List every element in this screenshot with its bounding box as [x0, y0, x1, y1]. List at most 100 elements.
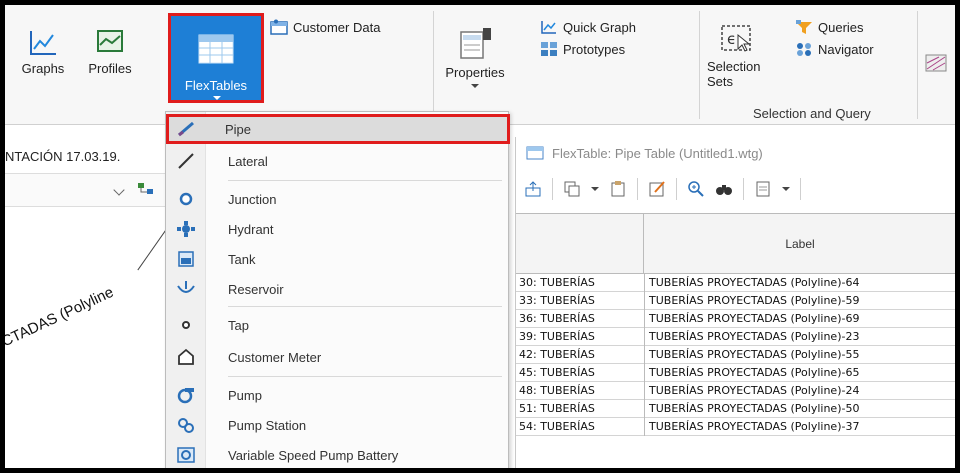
row-id: 45: TUBERÍAS [519, 366, 595, 379]
menu-item-label: Reservoir [228, 281, 284, 297]
navigator-button[interactable]: Navigator [795, 41, 874, 57]
table-row[interactable]: 45: TUBERÍAS TUBERÍAS PROYECTADAS (Polyli… [516, 364, 955, 382]
toolbar-separator [743, 178, 744, 200]
menu-item-label: Tap [228, 317, 249, 333]
customer-data-button[interactable]: Customer Data [270, 19, 380, 35]
selection-sets-label: Selection Sets [707, 59, 761, 89]
copy-icon[interactable] [563, 180, 581, 198]
menu-item-label: Lateral [228, 153, 268, 169]
chevron-down-icon[interactable] [591, 187, 599, 191]
toolbar-separator [637, 178, 638, 200]
edit-icon[interactable] [648, 180, 666, 198]
navigator-label: Navigator [818, 41, 874, 57]
zoom-icon[interactable] [687, 180, 705, 198]
menu-item-reservoir[interactable]: Reservoir [166, 274, 510, 304]
drawing-tab-title[interactable]: NTACIÓN 17.03.19. [5, 149, 120, 164]
ribbon-separator [699, 11, 700, 119]
prototypes-button[interactable]: Prototypes [540, 41, 625, 57]
table-icon [526, 146, 544, 160]
menu-item-hydrant[interactable]: Hydrant [166, 214, 510, 244]
find-icon[interactable] [715, 180, 733, 198]
table-row[interactable]: 42: TUBERÍAS TUBERÍAS PROYECTADAS (Polyli… [516, 346, 955, 364]
export-icon[interactable] [524, 180, 542, 198]
queries-button[interactable]: Queries [795, 19, 864, 35]
table-row[interactable]: 48: TUBERÍAS TUBERÍAS PROYECTADAS (Polyli… [516, 382, 955, 400]
chevron-down-icon[interactable] [782, 187, 790, 191]
quick-graph-button[interactable]: Quick Graph [540, 19, 636, 35]
menu-item-label: Hydrant [228, 221, 274, 237]
row-label: TUBERÍAS PROYECTADAS (Polyline)-55 [644, 346, 859, 364]
paste-icon[interactable] [609, 180, 627, 198]
pump-icon [177, 388, 194, 404]
table-row[interactable]: 51: TUBERÍAS TUBERÍAS PROYECTADAS (Polyli… [516, 400, 955, 418]
table-row[interactable]: 36: TUBERÍAS TUBERÍAS PROYECTADAS (Polyli… [516, 310, 955, 328]
tap-icon [182, 321, 190, 329]
menu-item-tap[interactable]: Tap [166, 310, 510, 340]
row-label: TUBERÍAS PROYECTADAS (Polyline)-65 [644, 364, 859, 382]
selection-sets-button[interactable]: ϵ Selection Sets [707, 23, 765, 89]
flextable-title: FlexTable: Pipe Table (Untitled1.wtg) [552, 145, 763, 161]
row-label: TUBERÍAS PROYECTADAS (Polyline)-37 [644, 418, 859, 436]
selection-sets-icon: ϵ [721, 25, 751, 52]
profiles-icon [97, 30, 123, 52]
menu-item-label: Pump [228, 387, 262, 403]
menu-item-pump[interactable]: Pump [166, 380, 510, 410]
customer-data-label: Customer Data [293, 19, 381, 35]
prototypes-label: Prototypes [563, 41, 626, 57]
row-id: 36: TUBERÍAS [519, 312, 595, 325]
graphs-icon [30, 31, 56, 55]
row-id: 51: TUBERÍAS [519, 402, 595, 415]
table-row[interactable]: 30: TUBERÍAS TUBERÍAS PROYECTADAS (Polyli… [516, 274, 955, 292]
row-label: TUBERÍAS PROYECTADAS (Polyline)-50 [644, 400, 859, 418]
menu-item-variable-speed-pump-battery[interactable]: Variable Speed Pump Battery [166, 440, 510, 468]
properties-button[interactable]: Properties [443, 27, 507, 88]
table-row[interactable]: 33: TUBERÍAS TUBERÍAS PROYECTADAS (Polyli… [516, 292, 955, 310]
tree-icon[interactable] [137, 182, 155, 198]
menu-item-label: Variable Speed Pump Battery [228, 447, 399, 463]
chevron-down-icon[interactable] [113, 184, 125, 196]
menu-item-pump-station[interactable]: Pump Station [166, 410, 510, 440]
row-label: TUBERÍAS PROYECTADAS (Polyline)-59 [644, 292, 859, 310]
graphs-button[interactable]: Graphs [13, 27, 73, 76]
queries-label: Queries [818, 19, 864, 35]
app-window: Graphs Profiles FlexTables Customer Data… [0, 0, 960, 473]
prototypes-icon [541, 42, 557, 56]
menu-item-tank[interactable]: Tank [166, 244, 510, 274]
row-label: TUBERÍAS PROYECTADAS (Polyline)-24 [644, 382, 859, 400]
report-icon[interactable] [754, 180, 772, 198]
menu-item-pipe[interactable]: Pipe [166, 114, 510, 144]
profiles-button[interactable]: Profiles [77, 27, 143, 76]
menu-item-lateral[interactable]: Lateral [166, 146, 510, 176]
ribbon-separator [917, 11, 918, 119]
reservoir-icon [177, 281, 195, 293]
pump-station-icon [178, 418, 194, 433]
chevron-down-icon [213, 96, 221, 100]
menu-item-label: Pipe [225, 121, 252, 137]
ribbon-separator [433, 11, 434, 119]
row-id: 54: TUBERÍAS [519, 420, 595, 433]
customer-meter-icon [178, 348, 194, 365]
row-id: 39: TUBERÍAS [519, 330, 595, 343]
flextables-label: FlexTables [184, 78, 248, 93]
menu-item-label: Junction [228, 191, 277, 207]
chevron-down-icon [471, 84, 479, 88]
queries-icon [796, 20, 812, 34]
toolbar-separator [552, 178, 553, 200]
table-row[interactable]: 39: TUBERÍAS TUBERÍAS PROYECTADAS (Polyli… [516, 328, 955, 346]
menu-item-customer-meter[interactable]: Customer Meter [166, 342, 510, 372]
column-header-label[interactable]: Label [644, 214, 955, 274]
navigator-icon [797, 43, 811, 56]
table-row[interactable]: 54: TUBERÍAS TUBERÍAS PROYECTADAS (Polyli… [516, 418, 955, 436]
map-icon[interactable] [925, 53, 947, 73]
row-label: TUBERÍAS PROYECTADAS (Polyline)-23 [644, 328, 859, 346]
graphs-label: Graphs [21, 61, 65, 76]
flextables-dropdown-menu: Pipe Lateral Junction Hydrant Tank Reser… [165, 111, 510, 468]
menu-separator [228, 306, 502, 307]
menu-item-junction[interactable]: Junction [166, 184, 510, 214]
drawing-toolbar [5, 173, 170, 207]
group-label-selection-query: Selection and Query [753, 106, 871, 121]
row-id: 33: TUBERÍAS [519, 294, 595, 307]
row-label: TUBERÍAS PROYECTADAS (Polyline)-64 [644, 274, 859, 292]
flextables-button[interactable]: FlexTables [168, 13, 264, 103]
column-header-id[interactable] [516, 214, 644, 274]
